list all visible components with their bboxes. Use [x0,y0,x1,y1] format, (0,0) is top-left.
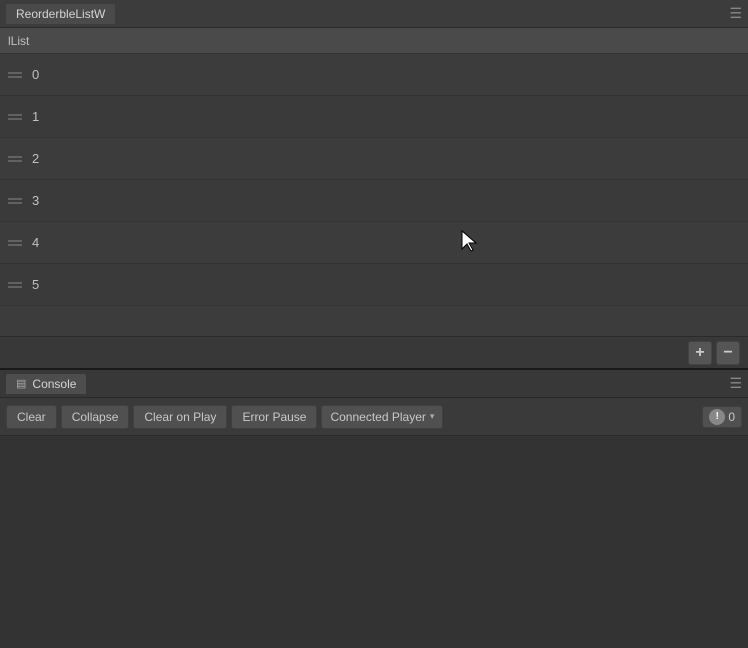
dropdown-arrow-icon: ▾ [430,411,435,422]
drag-handle-4[interactable] [8,240,22,246]
console-icon: ▤ [16,377,26,390]
drag-handle-5[interactable] [8,282,22,288]
bottom-panel-menu-icon[interactable]: ☰ [729,375,742,392]
top-panel-title[interactable]: ReorderbleListW [6,4,115,24]
drag-handle-0[interactable] [8,72,22,78]
list-item: 0 [0,54,748,96]
console-title: Console [32,377,76,391]
item-number-1: 1 [32,109,39,124]
top-panel-menu-icon[interactable]: ☰ [729,5,742,22]
item-number-2: 2 [32,151,39,166]
item-number-5: 5 [32,277,39,292]
drag-handle-3[interactable] [8,198,22,204]
item-number-3: 3 [32,193,39,208]
remove-button[interactable]: − [716,341,740,365]
list-bottom-bar: + − [0,336,748,368]
drag-handle-1[interactable] [8,114,22,120]
warning-count: 0 [728,410,735,424]
warning-icon: ! [709,409,725,425]
console-toolbar: Clear Collapse Clear on Play Error Pause… [0,398,748,436]
error-pause-button[interactable]: Error Pause [231,405,317,429]
console-right-controls: ! 0 [702,406,742,428]
list-item: 4 [0,222,748,264]
list-item: 5 [0,264,748,306]
list-item: 1 [0,96,748,138]
connected-player-label: Connected Player [330,410,425,424]
list-item: 3 [0,180,748,222]
console-tab[interactable]: ▤ Console [6,374,86,394]
top-panel-header: ReorderbleListW ☰ [0,0,748,28]
console-content [0,436,748,648]
bottom-panel-header: ▤ Console ☰ [0,370,748,398]
ilist-label: lList [8,34,29,48]
collapse-button[interactable]: Collapse [61,405,130,429]
connected-player-dropdown[interactable]: Connected Player ▾ [321,405,443,429]
top-panel: ReorderbleListW ☰ lList 0 1 2 [0,0,748,370]
clear-button[interactable]: Clear [6,405,57,429]
warning-badge[interactable]: ! 0 [702,406,742,428]
bottom-panel: ▤ Console ☰ Clear Collapse Clear on Play… [0,370,748,648]
item-number-4: 4 [32,235,39,250]
item-number-0: 0 [32,67,39,82]
drag-handle-2[interactable] [8,156,22,162]
list-area: 0 1 2 3 4 [0,54,748,336]
ilist-header: lList [0,28,748,54]
clear-on-play-button[interactable]: Clear on Play [133,405,227,429]
add-button[interactable]: + [688,341,712,365]
list-item: 2 [0,138,748,180]
